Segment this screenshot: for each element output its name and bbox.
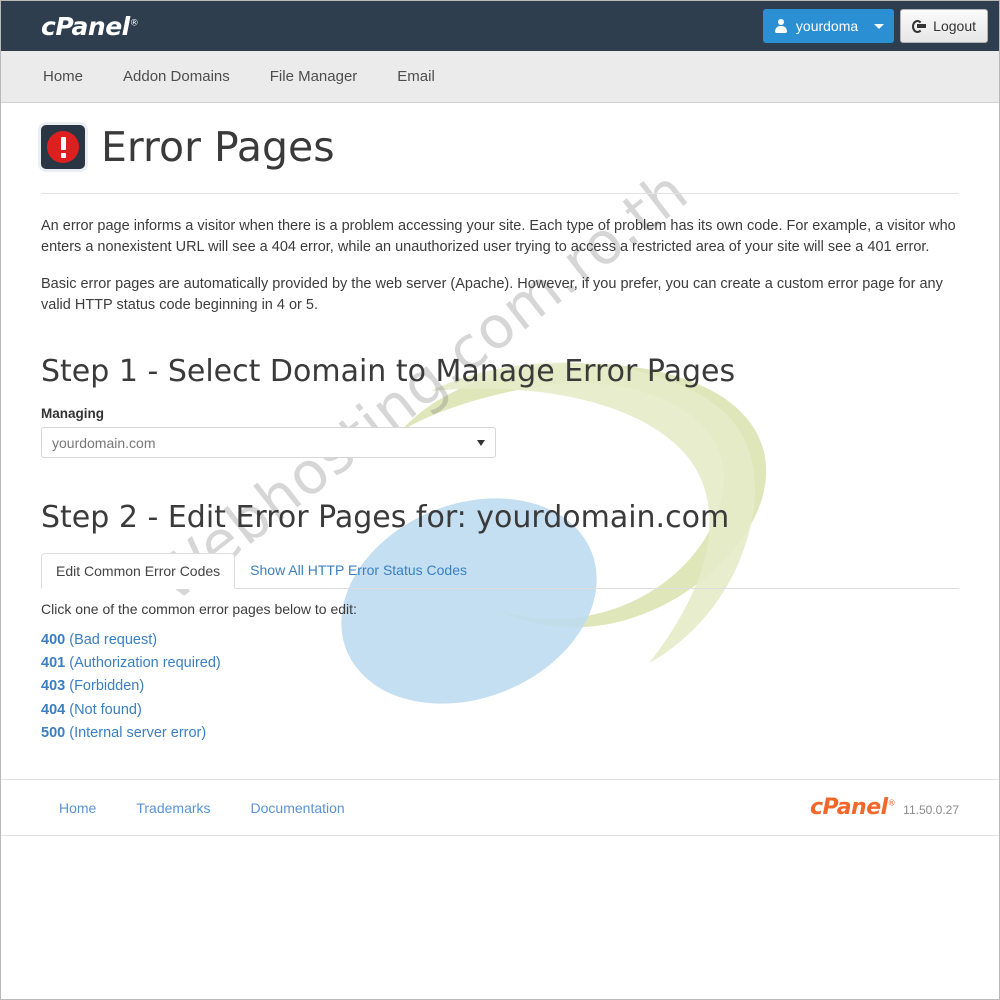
intro-paragraph-2: Basic error pages are automatically prov…	[41, 276, 943, 314]
page-footer: Home Trademarks Documentation cPanel® 11…	[1, 779, 999, 835]
footer-link-documentation[interactable]: Documentation	[251, 800, 345, 816]
nav-item-home[interactable]: Home	[43, 68, 83, 85]
error-code-404[interactable]: 404 (Not found)	[41, 699, 959, 722]
registered-mark: ®	[887, 798, 896, 808]
logout-icon	[912, 19, 927, 33]
footer-links: Home Trademarks Documentation	[41, 800, 345, 816]
error-code-number: 400	[41, 632, 66, 649]
error-code-number: 500	[41, 724, 66, 741]
cpanel-version: 11.50.0.27	[903, 803, 959, 817]
person-icon	[775, 19, 788, 33]
error-code-403[interactable]: 403 (Forbidden)	[41, 675, 959, 698]
step2-title: Step 2 - Edit Error Pages for: yourdomai…	[41, 500, 730, 536]
error-code-description: (Bad request)	[69, 632, 158, 649]
domain-select[interactable]: yourdomain.com	[41, 427, 496, 459]
nav-item-file-manager[interactable]: File Manager	[270, 68, 358, 85]
main-navigation: Home Addon Domains File Manager Email	[1, 51, 999, 103]
error-code-description: (Authorization required)	[69, 655, 221, 672]
cpanel-logo-text: cPanel	[41, 12, 130, 41]
error-code-description: (Not found)	[69, 701, 142, 718]
tab-show-all-http-error-status-codes[interactable]: Show All HTTP Error Status Codes	[235, 552, 482, 588]
footer-branding: cPanel® 11.50.0.27	[810, 795, 959, 820]
error-code-description: (Forbidden)	[69, 678, 145, 695]
nav-item-email[interactable]: Email	[397, 68, 435, 85]
empty-area-below-footer	[1, 835, 999, 999]
chevron-down-icon	[874, 23, 885, 29]
user-menu-button[interactable]: yourdoma	[762, 9, 895, 43]
error-code-number: 403	[41, 678, 66, 695]
cpanel-error-pages-screen: Webhosting.com.ro.th cPanel® yourdoma Lo…	[0, 0, 1000, 1000]
domain-select-value: yourdomain.com	[52, 434, 156, 451]
user-menu-label: yourdoma	[795, 18, 859, 34]
intro-paragraph-1: An error page informs a visitor when the…	[41, 218, 956, 256]
logout-label: Logout	[933, 18, 976, 34]
error-code-number: 401	[41, 655, 66, 672]
page-title: Error Pages	[101, 122, 335, 171]
cpanel-footer-logo-text: cPanel	[809, 795, 888, 820]
logout-button[interactable]: Logout	[900, 9, 988, 43]
error-code-401[interactable]: 401 (Authorization required)	[41, 652, 959, 675]
page-header: Error Pages	[41, 103, 959, 179]
error-code-500[interactable]: 500 (Internal server error)	[41, 722, 959, 745]
error-code-tabs: Edit Common Error Codes Show All HTTP Er…	[41, 552, 959, 590]
chevron-down-icon	[477, 439, 485, 446]
tab-edit-common-error-codes[interactable]: Edit Common Error Codes	[41, 553, 236, 590]
nav-item-addon-domains[interactable]: Addon Domains	[123, 68, 230, 85]
error-code-list: 400 (Bad request) 401 (Authorization req…	[41, 629, 959, 745]
footer-link-trademarks[interactable]: Trademarks	[136, 800, 210, 816]
header-divider	[41, 193, 959, 194]
registered-mark: ®	[129, 18, 139, 29]
cpanel-logo: cPanel®	[41, 12, 139, 41]
managing-label: Managing	[41, 406, 104, 422]
error-code-description: (Internal server error)	[69, 724, 207, 741]
tab-hint-text: Click one of the common error pages belo…	[41, 601, 357, 618]
error-code-number: 404	[41, 701, 66, 718]
step1-title: Step 1 - Select Domain to Manage Error P…	[41, 354, 736, 390]
error-code-400[interactable]: 400 (Bad request)	[41, 629, 959, 652]
top-bar: cPanel® yourdoma Logout	[1, 1, 999, 51]
main-content: Error Pages An error page informs a visi…	[1, 103, 999, 745]
footer-link-home[interactable]: Home	[59, 800, 96, 816]
cpanel-footer-logo: cPanel®	[809, 795, 896, 820]
error-exclamation-icon	[41, 125, 85, 169]
top-bar-actions: yourdoma Logout	[762, 9, 988, 43]
